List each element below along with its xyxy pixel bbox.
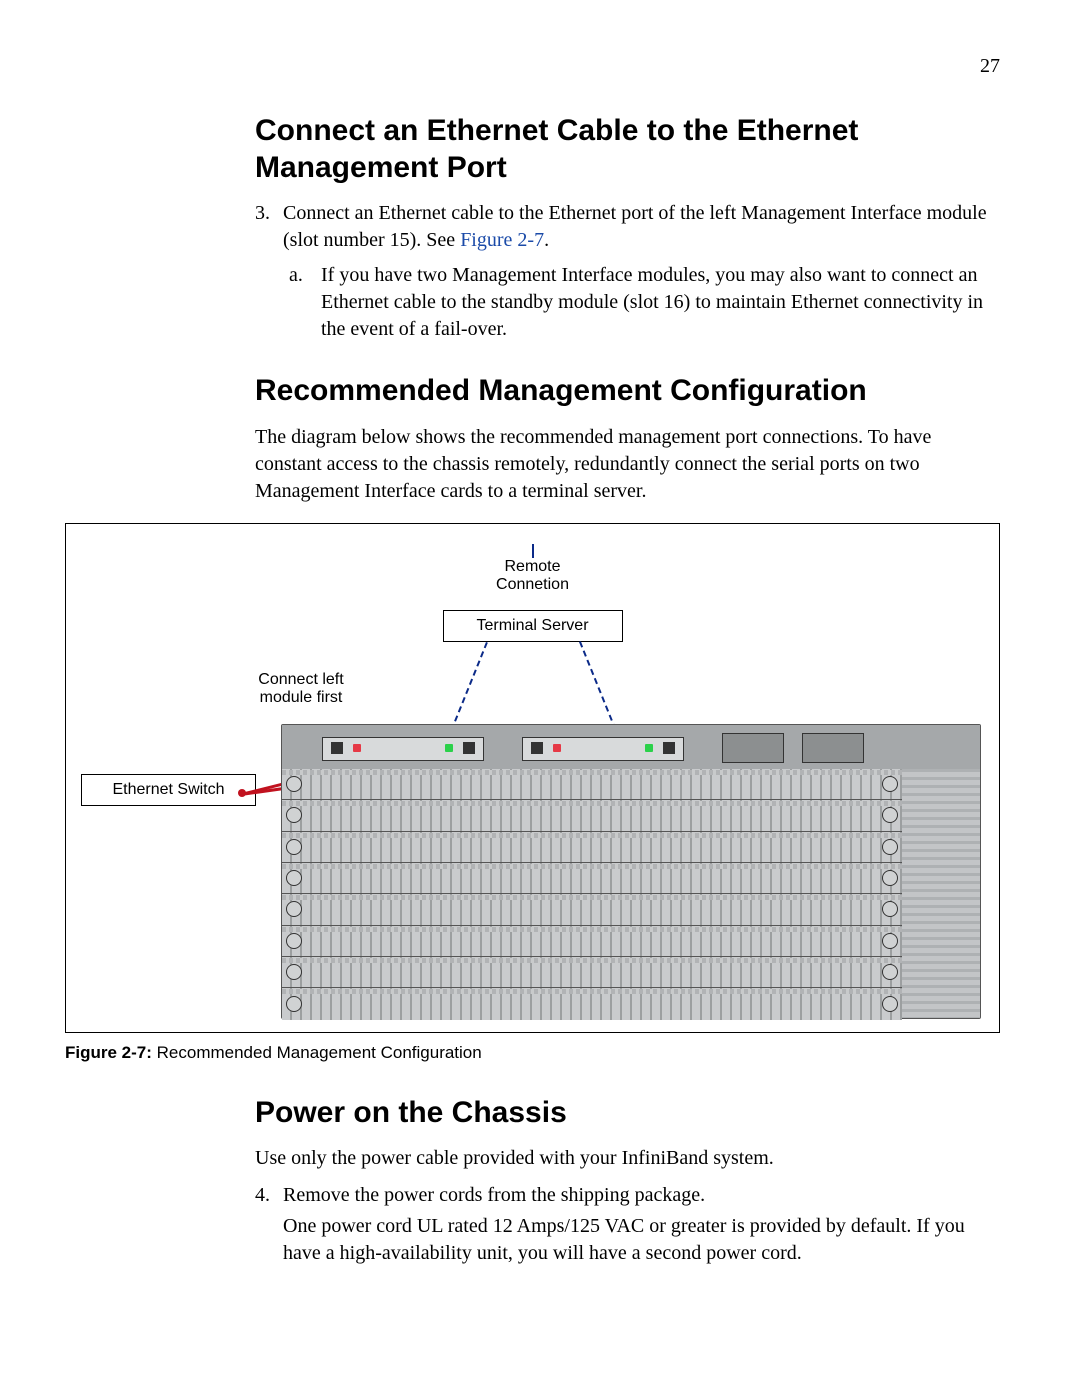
power-on-paragraph: Use only the power cable provided with y… [255,1145,1000,1172]
label-remote-connection: Remote Connetion [463,558,603,595]
figure-2-7-caption-text: Recommended Management Configuration [157,1043,482,1062]
recommended-paragraph: The diagram below shows the recommended … [255,424,1000,505]
chassis-top-row [282,725,980,770]
remote-connection-tick [532,544,534,558]
management-module-right [522,737,684,761]
heading-connect-ethernet: Connect an Ethernet Cable to the Etherne… [255,113,1000,186]
chassis-slot [282,769,902,800]
step-4-text: Remove the power cords from the shipping… [283,1184,705,1206]
chassis-slot [282,832,902,863]
figure-2-7-label: Figure 2-7: [65,1043,152,1062]
step-3-text-b: . [544,229,549,251]
step-4: 4. Remove the power cords from the shipp… [255,1182,1000,1267]
step-3a-letter: a. [289,262,303,289]
label-ethernet-switch: Ethernet Switch [81,774,256,806]
heading-power-on: Power on the Chassis [255,1095,1000,1132]
step-3a-text: If you have two Management Interface mod… [321,264,983,340]
ethernet-cable-origin [238,789,246,797]
heading-recommended-config: Recommended Management Configuration [255,373,1000,410]
step-3-number: 3. [255,200,270,227]
dashed-line-right [579,641,616,730]
figure-2-7-caption: Figure 2-7: Recommended Management Confi… [65,1043,1000,1063]
chassis-slot [282,988,902,1019]
chassis-display-2 [802,733,864,763]
figure-2-7-link[interactable]: Figure 2-7 [460,229,544,251]
chassis-slot-area [282,769,902,1018]
chassis-slot [282,926,902,957]
chassis-side-vents [901,769,980,1018]
chassis-slot [282,863,902,894]
chassis-illustration [281,724,981,1019]
dashed-line-left [450,642,487,731]
label-terminal-server: Terminal Server [443,610,623,642]
chassis-slot [282,800,902,831]
step-4-number: 4. [255,1182,270,1209]
figure-2-7-diagram: Remote Connetion Terminal Server Connect… [65,523,1000,1033]
chassis-slot [282,894,902,925]
step-3: 3. Connect an Ethernet cable to the Ethe… [255,200,1000,254]
chassis-display-1 [722,733,784,763]
step-4-continuation: One power cord UL rated 12 Amps/125 VAC … [283,1213,1000,1267]
page-content: Connect an Ethernet Cable to the Etherne… [255,113,1000,1267]
page-number: 27 [980,55,1000,78]
page: 27 Connect an Ethernet Cable to the Ethe… [0,0,1080,1397]
step-3a: a. If you have two Management Interface … [255,262,1000,343]
management-module-left [322,737,484,761]
chassis-slot [282,957,902,988]
figure-2-7: Remote Connetion Terminal Server Connect… [65,523,1000,1063]
label-connect-left-module: Connect left module first [236,671,366,708]
step-3-text-a: Connect an Ethernet cable to the Etherne… [283,202,987,251]
